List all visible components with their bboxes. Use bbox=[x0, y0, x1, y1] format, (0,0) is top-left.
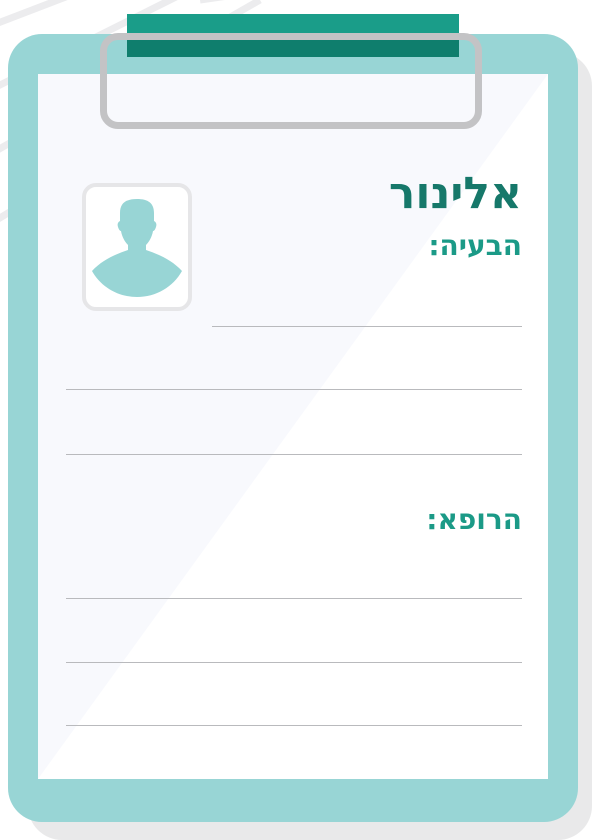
patient-name: אלינור bbox=[388, 168, 522, 219]
doctor-line-1[interactable] bbox=[66, 598, 522, 599]
doctor-line-3[interactable] bbox=[66, 725, 522, 726]
clip-ring bbox=[100, 33, 482, 129]
problem-line-3[interactable] bbox=[66, 454, 522, 455]
problem-line-1[interactable] bbox=[212, 326, 522, 327]
doctor-label: הרופא: bbox=[426, 503, 522, 536]
doctor-line-2[interactable] bbox=[66, 662, 522, 663]
patient-photo-frame bbox=[82, 183, 192, 311]
person-silhouette-icon bbox=[92, 199, 182, 297]
problem-label: הבעיה: bbox=[428, 229, 522, 262]
problem-line-2[interactable] bbox=[66, 389, 522, 390]
